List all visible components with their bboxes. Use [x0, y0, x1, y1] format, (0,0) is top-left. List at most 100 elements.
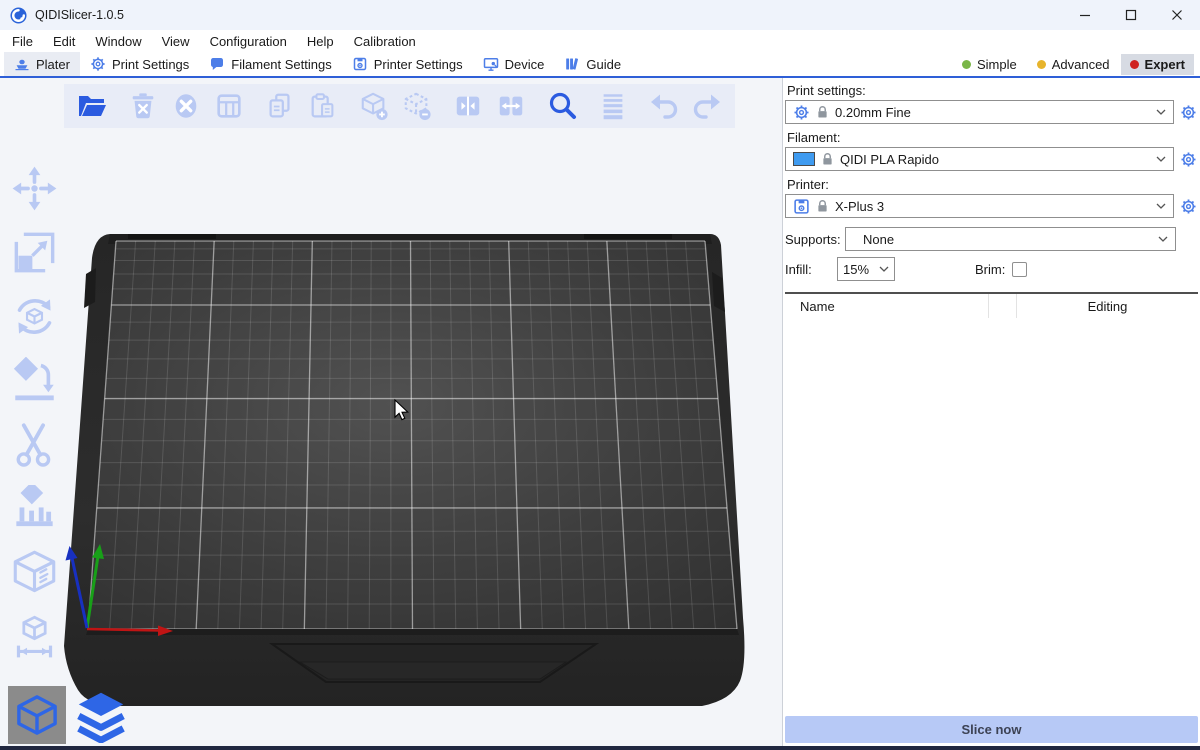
filament-combo[interactable]: QIDI PLA Rapido [785, 147, 1174, 171]
measure-button[interactable] [9, 613, 59, 660]
lock-icon [817, 199, 828, 213]
tab-guide[interactable]: Guide [554, 52, 631, 76]
printer-gear-button[interactable] [1179, 197, 1198, 216]
object-list-body[interactable] [785, 318, 1198, 712]
split-to-objects-button[interactable] [450, 88, 486, 124]
cube-icon [12, 690, 62, 740]
object-list-col-editing: Editing [1017, 299, 1198, 314]
tab-label: Filament Settings [231, 57, 331, 72]
chevron-down-icon [1158, 236, 1168, 242]
tab-label: Device [505, 57, 545, 72]
menu-calibration[interactable]: Calibration [344, 32, 426, 51]
cut-button[interactable] [9, 421, 59, 468]
undo-button[interactable] [646, 88, 682, 124]
place-on-face-button[interactable] [9, 357, 59, 404]
view-toggles [8, 686, 130, 744]
tab-filament-settings[interactable]: Filament Settings [199, 52, 341, 76]
printer-icon [793, 198, 810, 215]
chevron-down-icon [1156, 156, 1166, 162]
open-file-button[interactable] [74, 88, 110, 124]
variable-layer-height-button[interactable] [595, 88, 631, 124]
close-button[interactable] [1154, 0, 1200, 30]
mode-simple[interactable]: Simple [953, 54, 1026, 75]
infill-label: Infill: [785, 262, 837, 277]
tab-label: Printer Settings [374, 57, 463, 72]
object-list-col-extruder [988, 294, 1017, 318]
supports-combo[interactable]: None [845, 227, 1176, 251]
brim-checkbox[interactable] [1012, 262, 1027, 277]
infill-value: 15% [843, 262, 872, 277]
rotate-button[interactable] [9, 293, 59, 340]
printer-label: Printer: [787, 177, 1198, 192]
gear-icon [1180, 104, 1197, 121]
menu-edit[interactable]: Edit [43, 32, 85, 51]
layers-icon [73, 687, 129, 743]
chevron-down-icon [1156, 109, 1166, 115]
filament-label: Filament: [787, 130, 1198, 145]
copy-button[interactable] [262, 88, 298, 124]
tab-plater[interactable]: Plater [4, 52, 80, 76]
object-list-header: Name Editing [785, 294, 1198, 318]
mode-expert[interactable]: Expert [1121, 54, 1194, 75]
printer-combo[interactable]: X-Plus 3 [785, 194, 1174, 218]
app-window: QIDISlicer-1.0.5 File Edit Window View C… [0, 0, 1200, 750]
remove-instance-button[interactable] [399, 88, 435, 124]
search-button[interactable] [544, 88, 580, 124]
printer-value: X-Plus 3 [835, 199, 1149, 214]
menu-bar: File Edit Window View Configuration Help… [0, 30, 1200, 52]
window-title: QIDISlicer-1.0.5 [35, 8, 124, 22]
tab-label: Guide [586, 57, 621, 72]
split-to-parts-button[interactable] [493, 88, 529, 124]
tab-print-settings[interactable]: Print Settings [80, 52, 199, 76]
title-bar: QIDISlicer-1.0.5 [0, 0, 1200, 30]
mode-advanced[interactable]: Advanced [1028, 54, 1119, 75]
gear-icon [793, 104, 810, 121]
minimize-button[interactable] [1062, 0, 1108, 30]
simple-dot-icon [962, 60, 971, 69]
print-bed [0, 78, 783, 746]
mode-label: Expert [1145, 57, 1185, 72]
gizmo-toolbar [5, 165, 63, 660]
tab-label: Plater [36, 57, 70, 72]
supports-label: Supports: [785, 232, 845, 247]
print-settings-combo[interactable]: 0.20mm Fine [785, 100, 1174, 124]
filament-gear-button[interactable] [1179, 150, 1198, 169]
plater-icon [14, 56, 30, 72]
redo-button[interactable] [689, 88, 725, 124]
preview-view-button[interactable] [72, 686, 130, 744]
supports-value: None [853, 232, 1151, 247]
seam-painting-button[interactable] [9, 549, 59, 596]
tab-printer-settings[interactable]: Printer Settings [342, 52, 473, 76]
slice-now-button[interactable]: Slice now [785, 716, 1198, 743]
scale-button[interactable] [9, 229, 59, 276]
delete-button[interactable] [125, 88, 161, 124]
print-settings-value: 0.20mm Fine [835, 105, 1149, 120]
printer-icon [352, 56, 368, 72]
paint-on-supports-button[interactable] [9, 485, 59, 532]
print-settings-gear-button[interactable] [1179, 103, 1198, 122]
arrange-button[interactable] [211, 88, 247, 124]
move-button[interactable] [9, 165, 59, 212]
brim-label: Brim: [975, 262, 1005, 277]
tab-device[interactable]: Device [473, 52, 555, 76]
paste-button[interactable] [305, 88, 341, 124]
object-list: Name Editing [785, 292, 1198, 712]
menu-window[interactable]: Window [85, 32, 151, 51]
add-instance-button[interactable] [356, 88, 392, 124]
expert-dot-icon [1130, 60, 1139, 69]
gear-icon [1180, 198, 1197, 215]
maximize-button[interactable] [1108, 0, 1154, 30]
chevron-down-icon [879, 266, 889, 272]
plater-toolbar [64, 84, 735, 128]
infill-combo[interactable]: 15% [837, 257, 895, 281]
mode-label: Simple [977, 57, 1017, 72]
menu-configuration[interactable]: Configuration [200, 32, 297, 51]
menu-view[interactable]: View [152, 32, 200, 51]
mode-switcher: Simple Advanced Expert [953, 52, 1194, 76]
menu-help[interactable]: Help [297, 32, 344, 51]
delete-all-button[interactable] [168, 88, 204, 124]
3d-viewport[interactable] [0, 78, 783, 746]
lock-icon [817, 105, 828, 119]
3d-editor-view-button[interactable] [8, 686, 66, 744]
menu-file[interactable]: File [2, 32, 43, 51]
